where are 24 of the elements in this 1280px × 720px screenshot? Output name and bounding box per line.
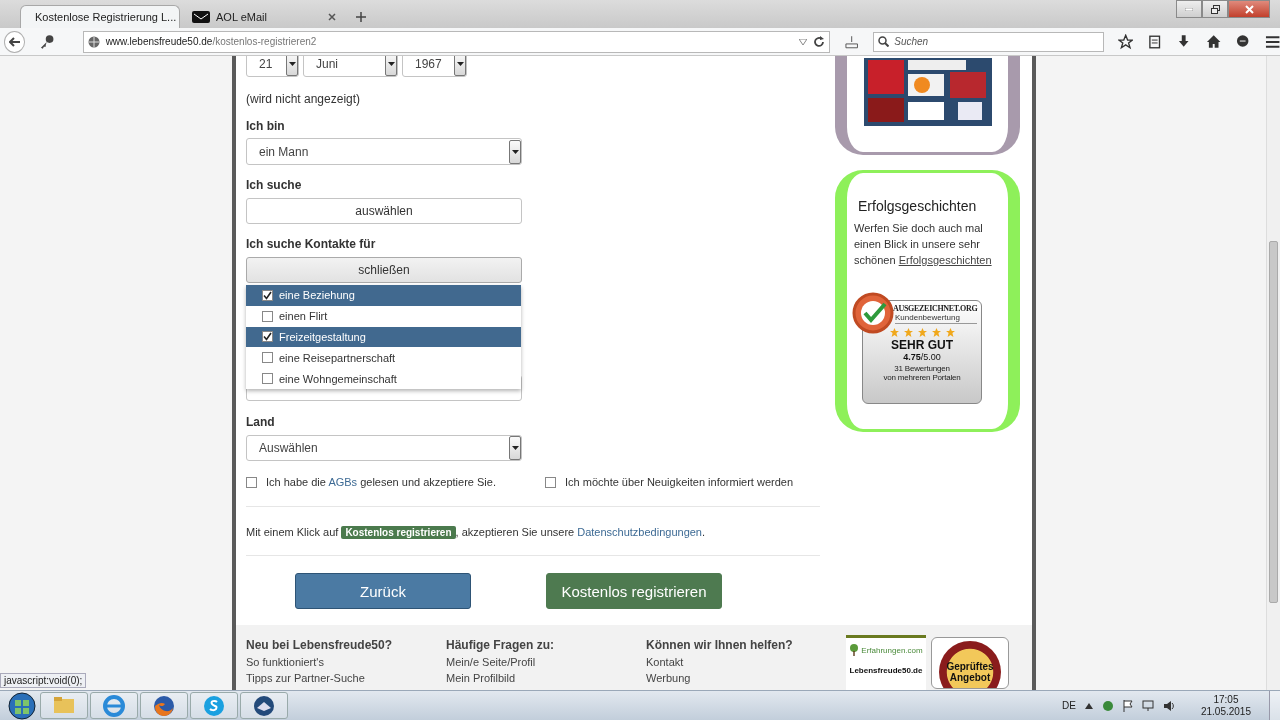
panel-title: Erfolgsgeschichten — [858, 198, 978, 214]
field-label: Ich suche — [246, 177, 303, 193]
consent-text: Mit einem Klick auf Kostenlos registrieren , akzeptieren Sie unsere Datenschutzbedingungen. — [246, 525, 707, 541]
seal-text: Geprüftes Angebot — [939, 641, 1001, 688]
verdict-text: SEHR GUT — [890, 338, 954, 352]
score-text: 4.75/5.00 — [902, 352, 942, 362]
source-text: von mehreren Portalen — [882, 373, 962, 382]
badge-brand: Erfahrungen.com — [861, 645, 923, 655]
footer-heading: Neu bei Lebensfreude50? — [246, 637, 394, 653]
footer-heading: Können wir Ihnen helfen? — [646, 637, 794, 653]
brand-text: AUSGEZEICHNET.ORG — [893, 304, 979, 313]
newsletter-text: Ich möchte über Neuigkeiten informiert werden — [565, 475, 794, 490]
terms-text: Ich habe die AGBs gelesen und akzeptiere Sie. — [266, 475, 496, 490]
subtitle-text: Kundenbewertung — [895, 313, 977, 324]
stories-text: Werfen Sie doch auch mal einen Blick in unsere sehr schönen Erfolgsgeschichten — [854, 221, 993, 268]
badge-site: Lebensfreude50.de — [848, 666, 924, 675]
hint-text: (wird nicht angezeigt) — [246, 91, 362, 107]
field-label: Ich bin — [246, 118, 286, 134]
status-tooltip: javascript:void(0); — [0, 673, 87, 688]
field-label: Land — [246, 414, 276, 430]
count-text: 31 Bewertungen — [893, 364, 951, 373]
footer-heading: Häufige Fragen zu: — [446, 637, 555, 653]
field-label: Ich suche Kontakte für — [246, 236, 377, 252]
register-tag: Kostenlos registrieren — [341, 526, 456, 539]
